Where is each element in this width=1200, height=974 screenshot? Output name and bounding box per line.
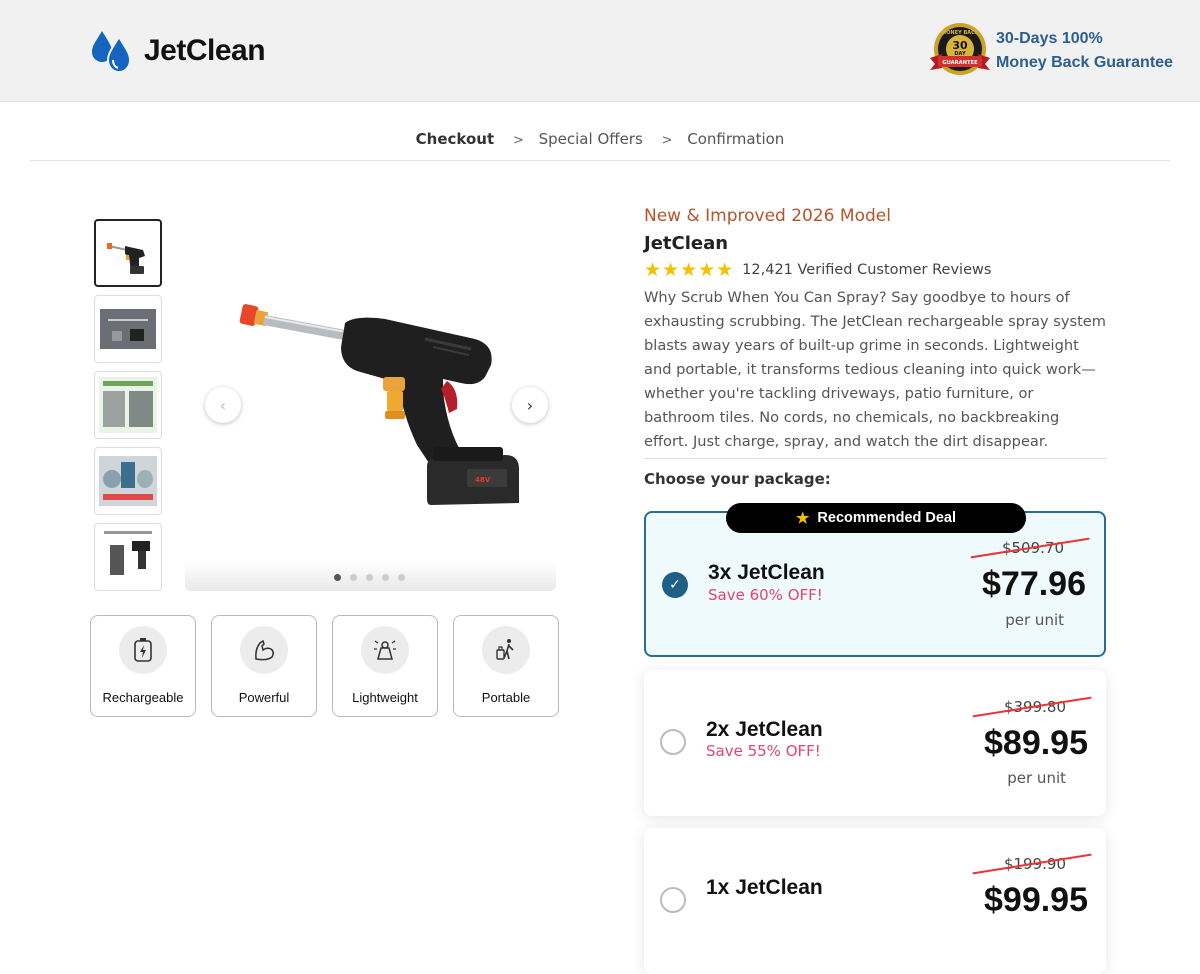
pagination-dot[interactable] bbox=[382, 574, 389, 581]
package-name: 2x JetClean bbox=[706, 718, 823, 741]
spray-gun-thumbnail-icon bbox=[107, 243, 145, 274]
checkmark-icon: ✓ bbox=[669, 577, 681, 593]
star-rating-icon: ★★★★★ bbox=[644, 259, 735, 281]
package-per-unit: per unit bbox=[1005, 611, 1064, 629]
package-heading: Choose your package: bbox=[644, 470, 831, 488]
luggage-icon bbox=[482, 626, 530, 674]
pagination-dot[interactable] bbox=[398, 574, 405, 581]
money-back-guarantee: MONEY BACK 30 DAY GUARANTEE 30-Days 100%… bbox=[928, 22, 1173, 80]
chevron-left-icon: ‹ bbox=[219, 395, 227, 415]
battery-icon bbox=[119, 626, 167, 674]
package-name: 3x JetClean bbox=[708, 561, 825, 584]
breadcrumb-separator: > bbox=[512, 133, 524, 148]
thumbnail-3[interactable] bbox=[94, 371, 162, 439]
brand-name: JetClean bbox=[144, 34, 266, 67]
package-name: 1x JetClean bbox=[706, 876, 823, 899]
recommended-label: Recommended Deal bbox=[817, 510, 957, 526]
package-old-price: $199.90 bbox=[1003, 855, 1066, 873]
package-old-price: $509.70 bbox=[1001, 539, 1064, 557]
divider bbox=[644, 458, 1106, 459]
feature-label: Lightweight bbox=[352, 690, 418, 705]
gallery-next-button[interactable]: › bbox=[512, 387, 548, 423]
star-icon: ★ bbox=[795, 510, 810, 527]
guarantee-line-1: 30-Days 100% bbox=[996, 30, 1103, 47]
pagination-dot[interactable] bbox=[350, 574, 357, 581]
package-price: $89.95 bbox=[984, 724, 1088, 762]
package-price: $99.95 bbox=[984, 881, 1088, 919]
badge-day-text: DAY bbox=[954, 51, 966, 57]
package-option-1x[interactable]: 1x JetClean $199.90 $99.95 bbox=[644, 828, 1106, 974]
thumbnail-image bbox=[99, 456, 157, 506]
weight-icon bbox=[361, 626, 409, 674]
thumbnail-image bbox=[100, 529, 156, 585]
feature-powerful: Powerful bbox=[211, 615, 317, 717]
badge-bottom-text: GUARANTEE bbox=[942, 60, 978, 66]
badge-top-text: MONEY BACK bbox=[941, 30, 980, 36]
thumbnail-2[interactable] bbox=[94, 295, 162, 363]
package-option-3x[interactable]: ★ Recommended Deal ✓ 3x JetClean Save 60… bbox=[644, 503, 1106, 657]
product-title: JetClean bbox=[644, 233, 729, 254]
feature-label: Rechargeable bbox=[102, 690, 184, 705]
feature-portable: Portable bbox=[453, 615, 559, 717]
product-rating: ★★★★★ 12,421 Verified Customer Reviews bbox=[644, 258, 1106, 282]
brand-logo[interactable]: JetClean bbox=[90, 28, 266, 74]
package-savings: Save 60% OFF! bbox=[708, 586, 823, 604]
package-price: $77.96 bbox=[982, 565, 1086, 603]
breadcrumb-confirmation[interactable]: Confirmation bbox=[687, 130, 784, 148]
thumbnail-1[interactable] bbox=[94, 219, 162, 287]
thumbnail-5[interactable] bbox=[94, 523, 162, 591]
site-header: JetClean MONEY BACK 30 DAY GUARANTEE 30-… bbox=[0, 0, 1200, 102]
thumbnail-4[interactable] bbox=[94, 447, 162, 515]
muscle-arm-icon bbox=[240, 626, 288, 674]
recommended-badge: ★ Recommended Deal bbox=[726, 503, 1026, 533]
package-option-2x[interactable]: 2x JetClean Save 55% OFF! $399.80 $89.95… bbox=[644, 670, 1106, 816]
spray-gun-image: 48V bbox=[239, 304, 519, 505]
feature-rechargeable: Rechargeable bbox=[90, 615, 196, 717]
radio-checked[interactable]: ✓ bbox=[662, 572, 688, 598]
water-drop-icon bbox=[92, 31, 132, 73]
thumbnail-image bbox=[99, 377, 157, 433]
guarantee-line-2: Money Back Guarantee bbox=[996, 54, 1173, 71]
pagination-dot[interactable] bbox=[334, 574, 341, 581]
product-info: New & Improved 2026 Model JetClean ★★★★★… bbox=[644, 204, 1106, 454]
review-count[interactable]: 12,421 Verified Customer Reviews bbox=[742, 262, 991, 278]
feature-label: Portable bbox=[481, 690, 531, 705]
feature-list: Rechargeable Powerful Lightweight Portab… bbox=[90, 615, 574, 717]
gallery-pagination bbox=[334, 574, 414, 581]
breadcrumb-special-offers[interactable]: Special Offers bbox=[539, 130, 643, 148]
radio-unchecked[interactable] bbox=[660, 729, 686, 755]
radio-unchecked[interactable] bbox=[660, 887, 686, 913]
feature-lightweight: Lightweight bbox=[332, 615, 438, 717]
package-savings: Save 55% OFF! bbox=[706, 742, 821, 760]
product-description: Why Scrub When You Can Spray? Say goodby… bbox=[644, 289, 1107, 450]
breadcrumb: Checkout > Special Offers > Confirmation bbox=[0, 130, 1200, 148]
gallery-prev-button[interactable]: ‹ bbox=[205, 387, 241, 423]
package-old-price: $399.80 bbox=[1003, 698, 1066, 716]
breadcrumb-separator: > bbox=[661, 133, 673, 148]
feature-label: Powerful bbox=[238, 690, 290, 705]
thumbnail-list bbox=[94, 219, 162, 599]
thumbnail-image bbox=[100, 309, 156, 349]
pagination-dot[interactable] bbox=[366, 574, 373, 581]
package-per-unit: per unit bbox=[1007, 769, 1066, 787]
battery-label: 48V bbox=[475, 476, 491, 484]
breadcrumb-checkout[interactable]: Checkout bbox=[416, 130, 494, 148]
chevron-right-icon: › bbox=[526, 395, 534, 415]
divider bbox=[30, 160, 1170, 161]
guarantee-badge-icon: MONEY BACK 30 DAY GUARANTEE bbox=[930, 23, 990, 75]
product-tagline: New & Improved 2026 Model bbox=[644, 206, 891, 226]
